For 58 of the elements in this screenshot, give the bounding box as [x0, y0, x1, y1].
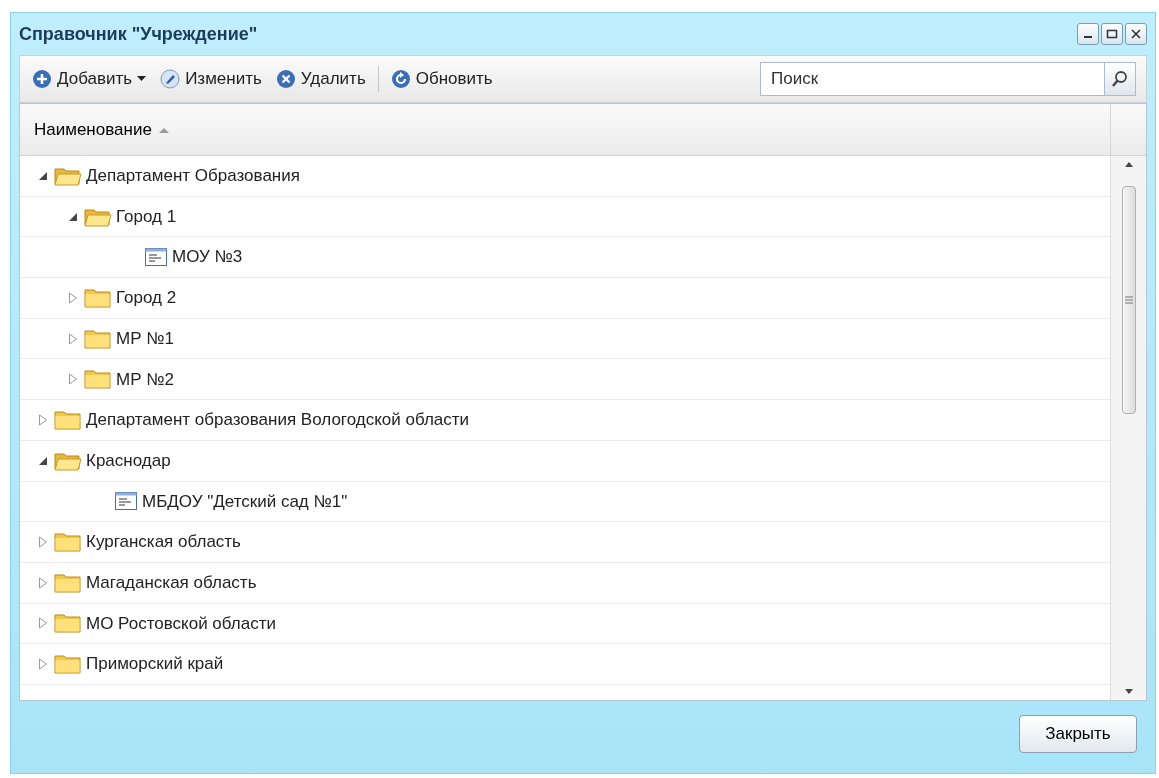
tree-folder-label[interactable]: Магаданская область: [86, 569, 257, 596]
search-button[interactable]: [1104, 62, 1136, 96]
collapsed-triangle-icon[interactable]: [38, 576, 48, 589]
maximize-icon: [1106, 28, 1118, 40]
collapsed-triangle-icon[interactable]: [68, 373, 78, 386]
x-circle-icon: [275, 69, 296, 89]
grip-icon: [1124, 296, 1133, 304]
expanded-triangle-icon[interactable]: [68, 211, 78, 222]
folder-icon: [84, 286, 112, 309]
minimize-button[interactable]: [1077, 23, 1099, 45]
tree-folder-label[interactable]: Департамент образования Вологодской области: [86, 407, 470, 433]
refresh-button[interactable]: Обновить: [388, 64, 495, 94]
tree-folder-label[interactable]: МО Ростовской области: [86, 610, 276, 637]
folder-icon: [54, 612, 82, 635]
search-field[interactable]: Поиск: [760, 62, 1104, 96]
tree-folder-label[interactable]: Краснодар: [86, 447, 171, 474]
folder-icon: [54, 653, 82, 676]
add-button[interactable]: Добавить: [30, 64, 149, 94]
expanded-triangle-icon[interactable]: [38, 455, 48, 466]
tree-item-label[interactable]: МБДОУ "Детский сад №1": [142, 488, 348, 515]
record-icon: [144, 246, 168, 269]
delete-button[interactable]: Удалить: [273, 64, 368, 94]
folder-icon: [84, 327, 112, 350]
folder-icon: [54, 571, 82, 594]
record-icon: [114, 490, 138, 513]
maximize-button[interactable]: [1101, 23, 1123, 45]
scroll-up-icon[interactable]: [1123, 160, 1134, 168]
refresh-icon: [390, 69, 411, 89]
close-icon: [1130, 28, 1142, 40]
tree-item-label[interactable]: МОУ №3: [172, 244, 243, 270]
close-dialog-button[interactable]: Закрыть: [1019, 715, 1137, 753]
collapsed-triangle-icon[interactable]: [38, 617, 48, 630]
collapsed-triangle-icon[interactable]: [38, 413, 48, 426]
window-title: Справочник "Учреждение": [19, 22, 258, 46]
tree-folder-label[interactable]: Департамент Образования: [86, 163, 300, 189]
tree-folder-label[interactable]: Город 2: [116, 285, 177, 311]
folder-icon: [84, 368, 112, 391]
plus-icon: [32, 69, 52, 89]
close-button[interactable]: [1125, 23, 1147, 45]
tree-folder-label[interactable]: Приморский край: [86, 651, 224, 677]
folder-icon: [54, 531, 82, 554]
tree-folder-label[interactable]: МР №1: [116, 325, 174, 352]
search-icon: [1111, 70, 1129, 88]
expanded-triangle-icon[interactable]: [38, 170, 48, 181]
collapsed-triangle-icon[interactable]: [38, 536, 48, 549]
pencil-icon: [160, 69, 181, 89]
tree-folder-label[interactable]: МР №2: [116, 366, 174, 393]
scroll-down-icon[interactable]: [1123, 688, 1134, 696]
edit-button[interactable]: Изменить: [158, 64, 264, 94]
folder-icon: [54, 408, 82, 431]
collapsed-triangle-icon[interactable]: [68, 291, 78, 304]
tree-folder-label[interactable]: Город 1: [116, 203, 177, 230]
tree-folder-label[interactable]: Курганская область: [86, 529, 241, 555]
minimize-icon: [1084, 36, 1092, 38]
scrollbar[interactable]: [1110, 156, 1146, 700]
scrollbar-thumb[interactable]: [1121, 186, 1136, 414]
collapsed-triangle-icon[interactable]: [38, 658, 48, 671]
collapsed-triangle-icon[interactable]: [68, 332, 78, 345]
